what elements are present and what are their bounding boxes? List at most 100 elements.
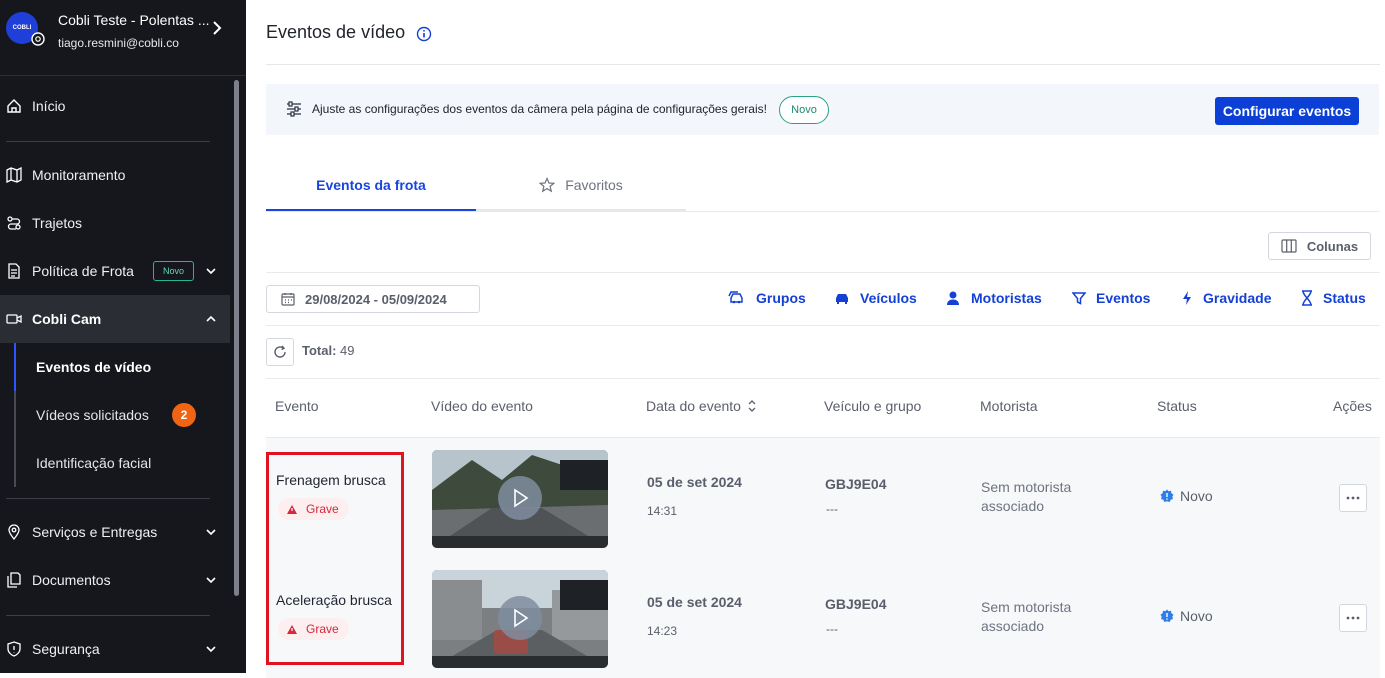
event-time: 14:23 xyxy=(647,624,678,638)
account-switcher[interactable]: COBLI Cobli Teste - Polentas ... tiago.r… xyxy=(0,0,246,68)
sidebar-item-label: Serviços e Entregas xyxy=(32,524,158,540)
column-header-label: Vídeo do evento xyxy=(431,398,533,414)
sidebar-item-cobli-cam[interactable]: Cobli Cam xyxy=(0,295,230,343)
filter-motoristas[interactable]: Motoristas xyxy=(945,288,1042,308)
sidebar-subitem-label: Vídeos solicitados xyxy=(36,407,149,423)
sidebar-item-label: Política de Frota xyxy=(32,263,134,279)
sidebar-separator xyxy=(6,615,210,616)
chevron-down-icon xyxy=(206,577,216,584)
event-date: 05 de set 2024 xyxy=(647,594,742,610)
filter-gravidade[interactable]: Gravidade xyxy=(1181,288,1271,308)
divider xyxy=(266,64,1380,65)
sliders-icon xyxy=(287,101,301,117)
vehicle-group: --- xyxy=(826,622,838,636)
filter-label: Gravidade xyxy=(1203,290,1272,306)
config-banner: Ajuste as configurações dos eventos da c… xyxy=(266,84,1379,135)
divider xyxy=(266,211,1380,212)
sidebar-subitem-identificacao-facial[interactable]: Identificação facial xyxy=(14,439,230,487)
tab-eventos-da-frota[interactable]: Eventos da frota xyxy=(266,160,476,212)
sidebar-item-trajetos[interactable]: Trajetos xyxy=(0,199,230,247)
filter-status[interactable]: Status xyxy=(1301,288,1366,308)
info-icon[interactable] xyxy=(416,26,432,42)
sidebar-scrollbar[interactable] xyxy=(234,80,239,596)
sidebar-item-label: Trajetos xyxy=(32,215,83,231)
star-icon xyxy=(539,176,556,192)
home-icon xyxy=(7,99,21,113)
event-date: 05 de set 2024 xyxy=(647,474,742,490)
user-email: tiago.resmini@cobli.co xyxy=(58,36,179,50)
refresh-button[interactable] xyxy=(266,338,294,366)
total-value: 49 xyxy=(340,343,355,358)
column-header-acoes: Ações xyxy=(1333,398,1372,414)
vehicle-group: --- xyxy=(826,502,838,516)
sidebar-subitem-label: Eventos de vídeo xyxy=(36,359,152,375)
gear-icon xyxy=(31,32,45,46)
driver-name: Sem motorista associado xyxy=(981,479,1072,514)
chevron-down-icon xyxy=(206,268,216,275)
sidebar-subitem-eventos-de-video[interactable]: Eventos de vídeo xyxy=(14,343,230,391)
table-row[interactable]: Aceleração brusca Grave 05 de set 2024 1… xyxy=(266,558,1380,678)
route-icon xyxy=(7,216,21,230)
more-horizontal-icon xyxy=(1346,496,1360,500)
row-actions-button[interactable] xyxy=(1339,604,1367,632)
vehicle-plate: GBJ9E04 xyxy=(825,476,887,492)
column-header-label: Ações xyxy=(1333,398,1372,414)
documents-icon xyxy=(7,572,21,588)
total-label: Total: xyxy=(302,343,337,358)
vehicle-plate: GBJ9E04 xyxy=(825,596,887,612)
refresh-icon xyxy=(274,345,286,358)
sidebar-item-label: Início xyxy=(32,98,66,114)
sidebar-item-label: Segurança xyxy=(32,641,100,657)
column-header-evento: Evento xyxy=(275,398,319,414)
filter-label: Motoristas xyxy=(971,290,1042,306)
sidebar-item-label: Documentos xyxy=(32,572,111,588)
car-icon xyxy=(836,294,848,304)
filter-veiculos[interactable]: Veículos xyxy=(834,288,917,308)
sidebar-item-politica-de-frota[interactable]: Política de Frota Novo xyxy=(0,247,230,295)
document-icon xyxy=(8,263,20,279)
event-time: 14:31 xyxy=(647,504,678,518)
sidebar-divider xyxy=(0,68,246,76)
tab-favoritos[interactable]: Favoritos xyxy=(476,160,686,212)
configure-events-button[interactable]: Configurar eventos xyxy=(1215,97,1359,125)
video-thumbnail[interactable] xyxy=(432,450,608,548)
filter-label: Veículos xyxy=(860,290,917,306)
new-badge: Novo xyxy=(779,96,829,124)
video-thumbnail[interactable] xyxy=(432,570,608,668)
status-badge: Novo xyxy=(1160,608,1213,624)
date-range-picker[interactable]: 29/08/2024 - 05/09/2024 xyxy=(266,285,480,313)
column-header-label: Data do evento xyxy=(646,398,741,414)
column-header-veiculo: Veículo e grupo xyxy=(824,398,921,414)
row-actions-button[interactable] xyxy=(1339,484,1367,512)
shield-icon xyxy=(7,641,21,657)
divider xyxy=(266,378,1380,379)
sidebar-item-documentos[interactable]: Documentos xyxy=(0,556,230,604)
filter-label: Status xyxy=(1323,290,1366,306)
filter-grupos[interactable]: Grupos xyxy=(728,288,806,308)
main-content: Eventos de vídeo Ajuste as configurações… xyxy=(246,0,1385,678)
table-row[interactable]: Frenagem brusca Grave 05 de set 2024 14:… xyxy=(266,438,1380,558)
status-badge: Novo xyxy=(1160,488,1213,504)
filter-eventos[interactable]: Eventos xyxy=(1072,288,1150,308)
column-header-data[interactable]: Data do evento xyxy=(646,398,757,414)
column-header-video: Vídeo do evento xyxy=(431,398,533,414)
sidebar-item-seguranca[interactable]: Segurança xyxy=(0,625,230,673)
divider xyxy=(266,325,1380,326)
map-icon xyxy=(6,167,22,183)
car-group-icon xyxy=(728,291,743,304)
more-horizontal-icon xyxy=(1346,616,1360,620)
column-header-motorista: Motorista xyxy=(980,398,1038,414)
sidebar-item-monitoramento[interactable]: Monitoramento xyxy=(0,151,230,199)
sidebar-item-servicos-e-entregas[interactable]: Serviços e Entregas xyxy=(0,508,230,556)
column-header-label: Veículo e grupo xyxy=(824,398,922,414)
columns-button[interactable]: Colunas xyxy=(1268,232,1371,260)
divider xyxy=(266,272,1380,273)
lightning-icon xyxy=(1183,291,1191,305)
highlight-annotation xyxy=(266,452,404,665)
tab-label: Eventos da frota xyxy=(316,176,426,193)
date-range-value: 29/08/2024 - 05/09/2024 xyxy=(305,291,447,307)
sidebar-subitem-videos-solicitados[interactable]: Vídeos solicitados 2 xyxy=(14,391,230,439)
sidebar-item-inicio[interactable]: Início xyxy=(0,82,230,130)
status-label: Novo xyxy=(1180,488,1213,504)
filter-funnel-icon xyxy=(1072,292,1086,305)
